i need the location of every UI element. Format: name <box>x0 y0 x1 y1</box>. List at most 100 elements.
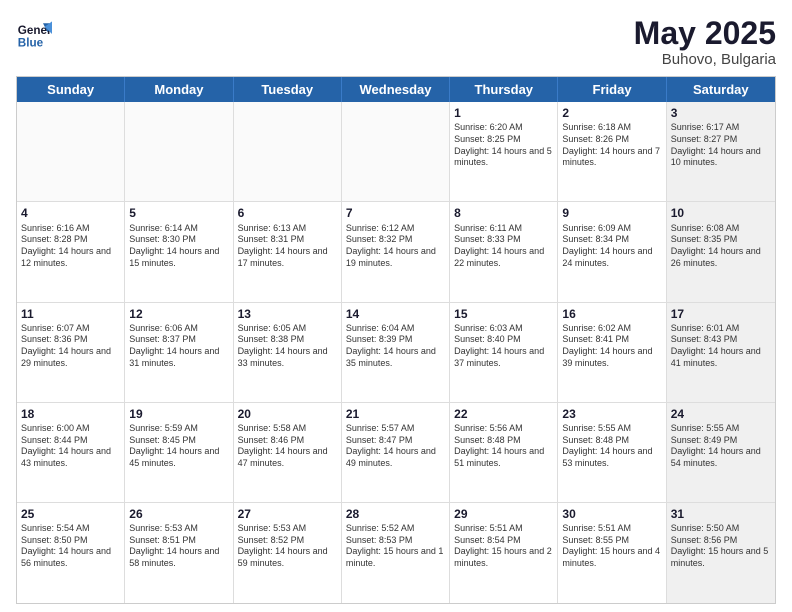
day-number-31: 31 <box>671 506 771 522</box>
cell-w1-d3 <box>234 102 342 201</box>
header: General Blue May 2025 Buhovo, Bulgaria <box>16 16 776 68</box>
cell-info-30: Sunrise: 5:51 AM Sunset: 8:55 PM Dayligh… <box>562 523 661 570</box>
day-number-27: 27 <box>238 506 337 522</box>
day-number-26: 26 <box>129 506 228 522</box>
cell-info-3: Sunrise: 6:17 AM Sunset: 8:27 PM Dayligh… <box>671 122 771 169</box>
day-number-29: 29 <box>454 506 553 522</box>
cell-info-24: Sunrise: 5:55 AM Sunset: 8:49 PM Dayligh… <box>671 423 771 470</box>
cell-w1-d7: 3Sunrise: 6:17 AM Sunset: 8:27 PM Daylig… <box>667 102 775 201</box>
cell-info-20: Sunrise: 5:58 AM Sunset: 8:46 PM Dayligh… <box>238 423 337 470</box>
day-number-7: 7 <box>346 205 445 221</box>
cell-info-19: Sunrise: 5:59 AM Sunset: 8:45 PM Dayligh… <box>129 423 228 470</box>
cell-w5-d7: 31Sunrise: 5:50 AM Sunset: 8:56 PM Dayli… <box>667 503 775 603</box>
day-number-25: 25 <box>21 506 120 522</box>
cell-w3-d7: 17Sunrise: 6:01 AM Sunset: 8:43 PM Dayli… <box>667 303 775 402</box>
cell-info-21: Sunrise: 5:57 AM Sunset: 8:47 PM Dayligh… <box>346 423 445 470</box>
cell-w5-d3: 27Sunrise: 5:53 AM Sunset: 8:52 PM Dayli… <box>234 503 342 603</box>
cell-info-26: Sunrise: 5:53 AM Sunset: 8:51 PM Dayligh… <box>129 523 228 570</box>
cell-info-9: Sunrise: 6:09 AM Sunset: 8:34 PM Dayligh… <box>562 223 661 270</box>
day-number-24: 24 <box>671 406 771 422</box>
day-number-13: 13 <box>238 306 337 322</box>
header-wednesday: Wednesday <box>342 77 450 102</box>
cell-w1-d6: 2Sunrise: 6:18 AM Sunset: 8:26 PM Daylig… <box>558 102 666 201</box>
cell-w2-d5: 8Sunrise: 6:11 AM Sunset: 8:33 PM Daylig… <box>450 202 558 301</box>
day-number-18: 18 <box>21 406 120 422</box>
day-number-20: 20 <box>238 406 337 422</box>
cell-w4-d7: 24Sunrise: 5:55 AM Sunset: 8:49 PM Dayli… <box>667 403 775 502</box>
cell-w5-d4: 28Sunrise: 5:52 AM Sunset: 8:53 PM Dayli… <box>342 503 450 603</box>
day-number-17: 17 <box>671 306 771 322</box>
day-number-30: 30 <box>562 506 661 522</box>
cell-info-13: Sunrise: 6:05 AM Sunset: 8:38 PM Dayligh… <box>238 323 337 370</box>
subtitle: Buhovo, Bulgaria <box>634 51 776 68</box>
logo: General Blue <box>16 16 52 52</box>
cell-info-4: Sunrise: 6:16 AM Sunset: 8:28 PM Dayligh… <box>21 223 120 270</box>
cell-w3-d3: 13Sunrise: 6:05 AM Sunset: 8:38 PM Dayli… <box>234 303 342 402</box>
cell-w4-d2: 19Sunrise: 5:59 AM Sunset: 8:45 PM Dayli… <box>125 403 233 502</box>
header-saturday: Saturday <box>667 77 775 102</box>
cell-info-29: Sunrise: 5:51 AM Sunset: 8:54 PM Dayligh… <box>454 523 553 570</box>
cell-w2-d6: 9Sunrise: 6:09 AM Sunset: 8:34 PM Daylig… <box>558 202 666 301</box>
cell-info-27: Sunrise: 5:53 AM Sunset: 8:52 PM Dayligh… <box>238 523 337 570</box>
cell-info-11: Sunrise: 6:07 AM Sunset: 8:36 PM Dayligh… <box>21 323 120 370</box>
day-number-16: 16 <box>562 306 661 322</box>
day-number-5: 5 <box>129 205 228 221</box>
cell-w2-d1: 4 Sunrise: 6:16 AM Sunset: 8:28 PM Daylig… <box>17 202 125 301</box>
cell-w5-d6: 30Sunrise: 5:51 AM Sunset: 8:55 PM Dayli… <box>558 503 666 603</box>
header-sunday: Sunday <box>17 77 125 102</box>
calendar-body: 1Sunrise: 6:20 AM Sunset: 8:25 PM Daylig… <box>17 102 775 603</box>
cell-w4-d6: 23Sunrise: 5:55 AM Sunset: 8:48 PM Dayli… <box>558 403 666 502</box>
calendar: Sunday Monday Tuesday Wednesday Thursday… <box>16 76 776 604</box>
day-number-28: 28 <box>346 506 445 522</box>
cell-info-12: Sunrise: 6:06 AM Sunset: 8:37 PM Dayligh… <box>129 323 228 370</box>
cell-info-15: Sunrise: 6:03 AM Sunset: 8:40 PM Dayligh… <box>454 323 553 370</box>
cell-info-5: Sunrise: 6:14 AM Sunset: 8:30 PM Dayligh… <box>129 223 228 270</box>
cell-info-22: Sunrise: 5:56 AM Sunset: 8:48 PM Dayligh… <box>454 423 553 470</box>
cell-w1-d1 <box>17 102 125 201</box>
day-number-10: 10 <box>671 205 771 221</box>
day-number-4: 4 <box>21 205 120 221</box>
header-monday: Monday <box>125 77 233 102</box>
week-3: 11Sunrise: 6:07 AM Sunset: 8:36 PM Dayli… <box>17 303 775 403</box>
day-number-14: 14 <box>346 306 445 322</box>
cell-w3-d6: 16Sunrise: 6:02 AM Sunset: 8:41 PM Dayli… <box>558 303 666 402</box>
cell-info-18: Sunrise: 6:00 AM Sunset: 8:44 PM Dayligh… <box>21 423 120 470</box>
cell-w4-d1: 18Sunrise: 6:00 AM Sunset: 8:44 PM Dayli… <box>17 403 125 502</box>
title-block: May 2025 Buhovo, Bulgaria <box>634 16 776 68</box>
cell-w3-d5: 15Sunrise: 6:03 AM Sunset: 8:40 PM Dayli… <box>450 303 558 402</box>
day-number-15: 15 <box>454 306 553 322</box>
header-friday: Friday <box>558 77 666 102</box>
cell-info-7: Sunrise: 6:12 AM Sunset: 8:32 PM Dayligh… <box>346 223 445 270</box>
cell-w2-d2: 5 Sunrise: 6:14 AM Sunset: 8:30 PM Daylig… <box>125 202 233 301</box>
week-4: 18Sunrise: 6:00 AM Sunset: 8:44 PM Dayli… <box>17 403 775 503</box>
cell-w1-d2 <box>125 102 233 201</box>
main-title: May 2025 <box>634 16 776 51</box>
cell-w4-d3: 20Sunrise: 5:58 AM Sunset: 8:46 PM Dayli… <box>234 403 342 502</box>
cell-info-23: Sunrise: 5:55 AM Sunset: 8:48 PM Dayligh… <box>562 423 661 470</box>
day-number-6: 6 <box>238 205 337 221</box>
cell-w2-d3: 6 Sunrise: 6:13 AM Sunset: 8:31 PM Daylig… <box>234 202 342 301</box>
week-1: 1Sunrise: 6:20 AM Sunset: 8:25 PM Daylig… <box>17 102 775 202</box>
cell-info-6: Sunrise: 6:13 AM Sunset: 8:31 PM Dayligh… <box>238 223 337 270</box>
day-number-11: 11 <box>21 306 120 322</box>
day-number-3: 3 <box>671 105 771 121</box>
cell-info-28: Sunrise: 5:52 AM Sunset: 8:53 PM Dayligh… <box>346 523 445 570</box>
day-number-19: 19 <box>129 406 228 422</box>
week-2: 4 Sunrise: 6:16 AM Sunset: 8:28 PM Daylig… <box>17 202 775 302</box>
cell-w5-d2: 26Sunrise: 5:53 AM Sunset: 8:51 PM Dayli… <box>125 503 233 603</box>
day-number-23: 23 <box>562 406 661 422</box>
cell-info-10: Sunrise: 6:08 AM Sunset: 8:35 PM Dayligh… <box>671 223 771 270</box>
cell-info-16: Sunrise: 6:02 AM Sunset: 8:41 PM Dayligh… <box>562 323 661 370</box>
cell-info-17: Sunrise: 6:01 AM Sunset: 8:43 PM Dayligh… <box>671 323 771 370</box>
page: General Blue May 2025 Buhovo, Bulgaria S… <box>0 0 792 612</box>
cell-info-1: Sunrise: 6:20 AM Sunset: 8:25 PM Dayligh… <box>454 122 553 169</box>
cell-w1-d5: 1Sunrise: 6:20 AM Sunset: 8:25 PM Daylig… <box>450 102 558 201</box>
calendar-header: Sunday Monday Tuesday Wednesday Thursday… <box>17 77 775 102</box>
logo-icon: General Blue <box>16 16 52 52</box>
svg-text:Blue: Blue <box>18 37 44 50</box>
day-number-12: 12 <box>129 306 228 322</box>
cell-info-14: Sunrise: 6:04 AM Sunset: 8:39 PM Dayligh… <box>346 323 445 370</box>
cell-w2-d7: 10 Sunrise: 6:08 AM Sunset: 8:35 PM Dayli… <box>667 202 775 301</box>
cell-w5-d1: 25Sunrise: 5:54 AM Sunset: 8:50 PM Dayli… <box>17 503 125 603</box>
cell-w4-d5: 22Sunrise: 5:56 AM Sunset: 8:48 PM Dayli… <box>450 403 558 502</box>
